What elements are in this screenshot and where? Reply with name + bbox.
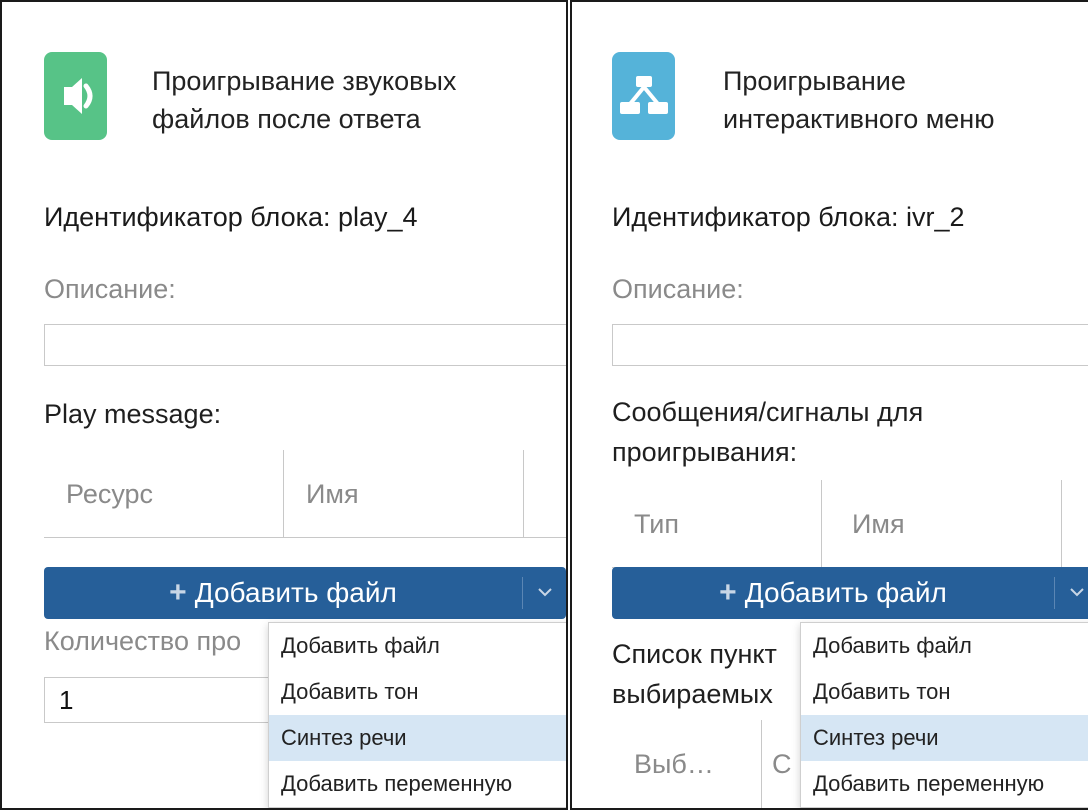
- play-count-label: Количество про: [44, 626, 242, 656]
- menu-items-label: Список пункт выбираемых: [612, 639, 777, 709]
- menu-item-add-file[interactable]: Добавить файл: [801, 623, 1088, 669]
- menu-item-add-variable[interactable]: Добавить переменную: [801, 761, 1088, 807]
- block-identifier: Идентификатор блока: ivr_2: [612, 202, 965, 232]
- dropdown-toggle[interactable]: [1056, 567, 1088, 619]
- menu-item-add-tone[interactable]: Добавить тон: [269, 669, 566, 715]
- menu-item-speech-synthesis[interactable]: Синтез речи: [269, 715, 566, 761]
- plus-icon: +: [719, 576, 737, 609]
- menu-item-add-variable[interactable]: Добавить переменную: [269, 761, 566, 807]
- column-header-resource[interactable]: Ресурс: [44, 450, 284, 537]
- column-header-type[interactable]: Тип: [612, 480, 822, 567]
- messages-grid-header: Тип Имя: [612, 480, 1088, 568]
- description-label: Описание:: [612, 274, 744, 304]
- add-file-label: Добавить файл: [194, 577, 397, 608]
- add-file-label: Добавить файл: [744, 577, 947, 608]
- add-file-button[interactable]: + Добавить файл: [44, 567, 522, 619]
- play-message-label: Play message:: [44, 399, 222, 429]
- ivr-block-panel: Проигрывание интерактивного меню Идентиф…: [570, 0, 1088, 810]
- plus-icon: +: [169, 576, 187, 609]
- description-label: Описание:: [44, 274, 176, 304]
- add-file-split-button[interactable]: + Добавить файл: [612, 567, 1088, 619]
- menu-item-add-file[interactable]: Добавить файл: [269, 623, 566, 669]
- column-header-name[interactable]: Имя: [822, 480, 1062, 567]
- block-title: Проигрывание звуковых файлов после ответ…: [152, 66, 457, 134]
- chevron-down-icon: [538, 588, 552, 597]
- add-file-split-button[interactable]: + Добавить файл: [44, 567, 566, 619]
- chevron-down-icon: [1070, 588, 1084, 597]
- menu-item-add-tone[interactable]: Добавить тон: [801, 669, 1088, 715]
- ivr-menu-icon: [612, 52, 675, 140]
- column-header-name[interactable]: Имя: [284, 450, 524, 537]
- add-file-button[interactable]: + Добавить файл: [612, 567, 1054, 619]
- description-input[interactable]: [612, 324, 1088, 366]
- play-block-panel: Проигрывание звуковых файлов после ответ…: [0, 0, 568, 810]
- messages-signals-label: Сообщения/сигналы для проигрывания:: [612, 397, 924, 467]
- add-file-dropdown-menu: Добавить файл Добавить тон Синтез речи Д…: [268, 622, 566, 808]
- messages-grid-header: Ресурс Имя: [44, 450, 566, 538]
- column-header-choice[interactable]: Выб…: [612, 720, 762, 808]
- add-file-dropdown-menu: Добавить файл Добавить тон Синтез речи Д…: [800, 622, 1088, 808]
- button-separator: [1054, 577, 1055, 609]
- menu-item-speech-synthesis[interactable]: Синтез речи: [801, 715, 1088, 761]
- play-count-input[interactable]: 1: [44, 677, 284, 723]
- block-title: Проигрывание интерактивного меню: [723, 66, 995, 134]
- button-separator: [522, 577, 523, 609]
- block-identifier: Идентификатор блока: play_4: [44, 202, 418, 232]
- description-input[interactable]: [44, 324, 566, 366]
- speaker-icon: [44, 52, 107, 140]
- dropdown-toggle[interactable]: [524, 567, 566, 619]
